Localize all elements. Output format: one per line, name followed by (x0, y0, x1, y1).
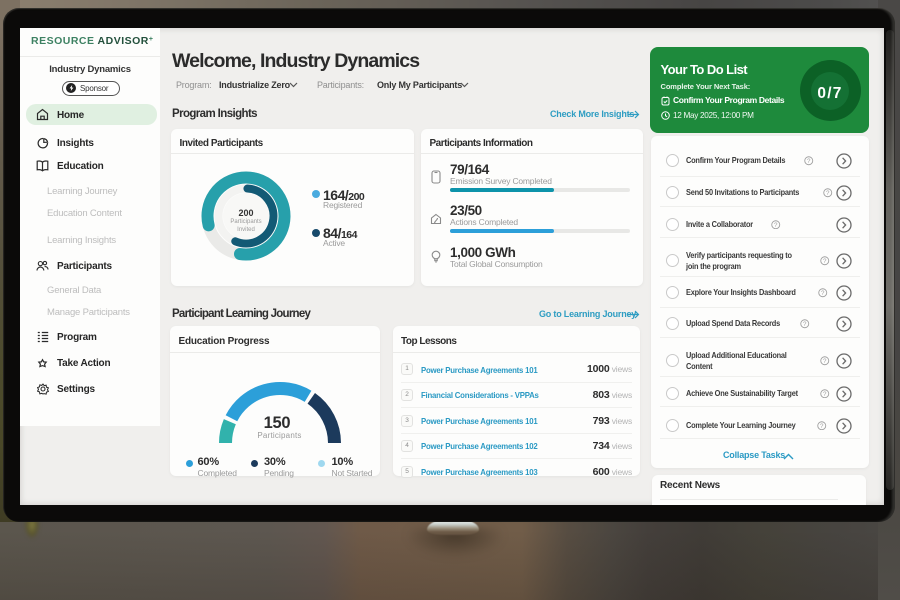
svg-text:?: ? (807, 158, 811, 165)
svg-text:?: ? (821, 290, 825, 297)
svg-text:?: ? (823, 391, 827, 398)
svg-text:?: ? (823, 358, 827, 365)
svg-text:?: ? (803, 321, 807, 328)
svg-text:?: ? (820, 423, 824, 430)
svg-text:?: ? (823, 258, 827, 265)
svg-text:?: ? (774, 222, 778, 229)
svg-text:?: ? (826, 190, 830, 197)
